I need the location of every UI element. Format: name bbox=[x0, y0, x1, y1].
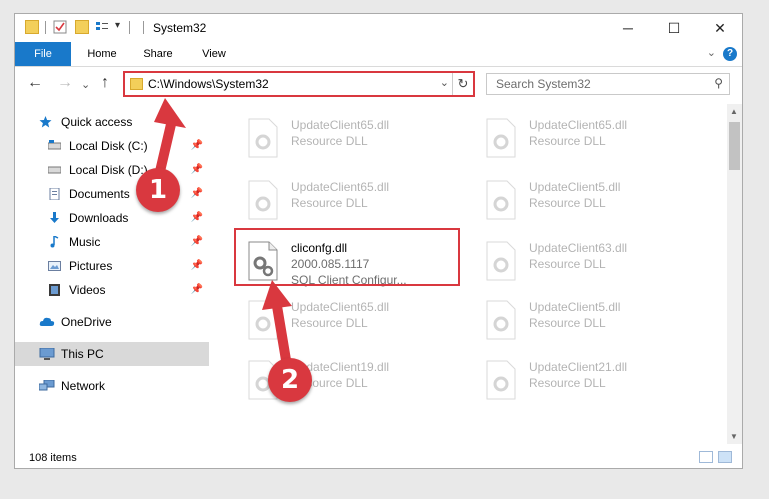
callout-badge-2: 2 bbox=[268, 358, 312, 402]
callout-badge-1: 1 bbox=[136, 168, 180, 212]
callout-arrows bbox=[153, 98, 293, 377]
